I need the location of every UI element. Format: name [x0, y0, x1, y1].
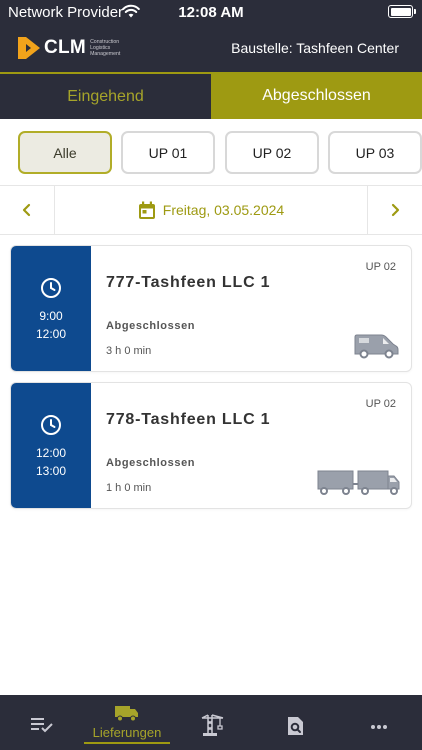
logo-mark-icon [18, 37, 40, 59]
delivery-title: 777-Tashfeen LLC 1 [106, 274, 271, 291]
tab-eingehend[interactable]: Eingehend [0, 72, 211, 119]
site-label: Baustelle: Tashfeen Center [231, 40, 399, 56]
next-day-button[interactable] [367, 186, 422, 234]
clm-logo: CLM Construction Logistics Management [18, 36, 134, 60]
start-time: 9:00 [39, 309, 63, 323]
nav-item-checklist[interactable] [18, 695, 66, 750]
delivery-title: 778-Tashfeen LLC 1 [106, 411, 271, 428]
filter-chip-up-01[interactable]: UP 01 [121, 131, 215, 174]
filter-chip-alle[interactable]: Alle [18, 131, 112, 174]
delivery-truck-icon [115, 706, 138, 722]
delivery-card[interactable]: 12:00 13:00 UP 02 778-Tashfeen LLC 1 Abg… [10, 382, 412, 509]
main-tabs: Eingehend Abgeschlossen [0, 72, 422, 119]
clock-time: 12:08 AM [178, 4, 244, 21]
nav-item-crane[interactable] [188, 695, 236, 750]
delivery-status: Abgeschlossen [106, 457, 196, 469]
date-label: Freitag, 03.05.2024 [162, 202, 285, 218]
nav-item-document-search[interactable] [271, 695, 319, 750]
clock-icon [41, 278, 61, 298]
logo-subtitle: Construction Logistics Management [90, 39, 121, 57]
clock-icon [41, 415, 61, 435]
more-icon [371, 725, 387, 729]
nav-item-more[interactable] [355, 695, 403, 750]
end-time: 12:00 [35, 327, 67, 341]
filter-chip-up-03[interactable]: UP 03 [328, 131, 422, 174]
calendar-icon [138, 201, 155, 219]
delivery-duration: 1 h 0 min [106, 482, 152, 494]
unit-label: UP 02 [365, 398, 396, 410]
time-block: 9:00 12:00 [11, 246, 91, 371]
date-display[interactable]: Freitag, 03.05.2024 [55, 186, 367, 234]
checklist-icon [31, 718, 53, 733]
battery-icon [388, 5, 416, 18]
start-time: 12:00 [35, 446, 67, 460]
date-navigator: Freitag, 03.05.2024 [0, 185, 422, 235]
logo-text: CLM [44, 37, 87, 58]
active-indicator [84, 742, 170, 744]
previous-day-button[interactable] [0, 186, 55, 234]
van-icon [354, 334, 399, 359]
filter-chip-up-02[interactable]: UP 02 [225, 131, 319, 174]
unit-label: UP 02 [365, 261, 396, 273]
document-search-icon [288, 717, 303, 735]
filter-chips: Alle UP 01 UP 02 UP 03 [0, 119, 422, 185]
chevron-left-icon [22, 203, 31, 217]
end-time: 13:00 [35, 464, 67, 478]
truck-trailer-icon [317, 470, 400, 495]
time-block: 12:00 13:00 [11, 383, 91, 508]
tab-abgeschlossen[interactable]: Abgeschlossen [211, 72, 422, 119]
status-bar: Network Provider 12:08 AM [0, 0, 422, 24]
delivery-card[interactable]: 9:00 12:00 UP 02 777-Tashfeen LLC 1 Abge… [10, 245, 412, 372]
crane-icon [201, 714, 224, 736]
chevron-right-icon [391, 203, 400, 217]
bottom-navigation: Lieferungen [0, 695, 422, 750]
nav-item-lieferungen[interactable]: Lieferungen [84, 695, 170, 750]
delivery-duration: 3 h 0 min [106, 345, 152, 357]
nav-label-lieferungen: Lieferungen [92, 725, 162, 740]
delivery-status: Abgeschlossen [106, 320, 196, 332]
app-header: CLM Construction Logistics Management Ba… [0, 24, 422, 72]
